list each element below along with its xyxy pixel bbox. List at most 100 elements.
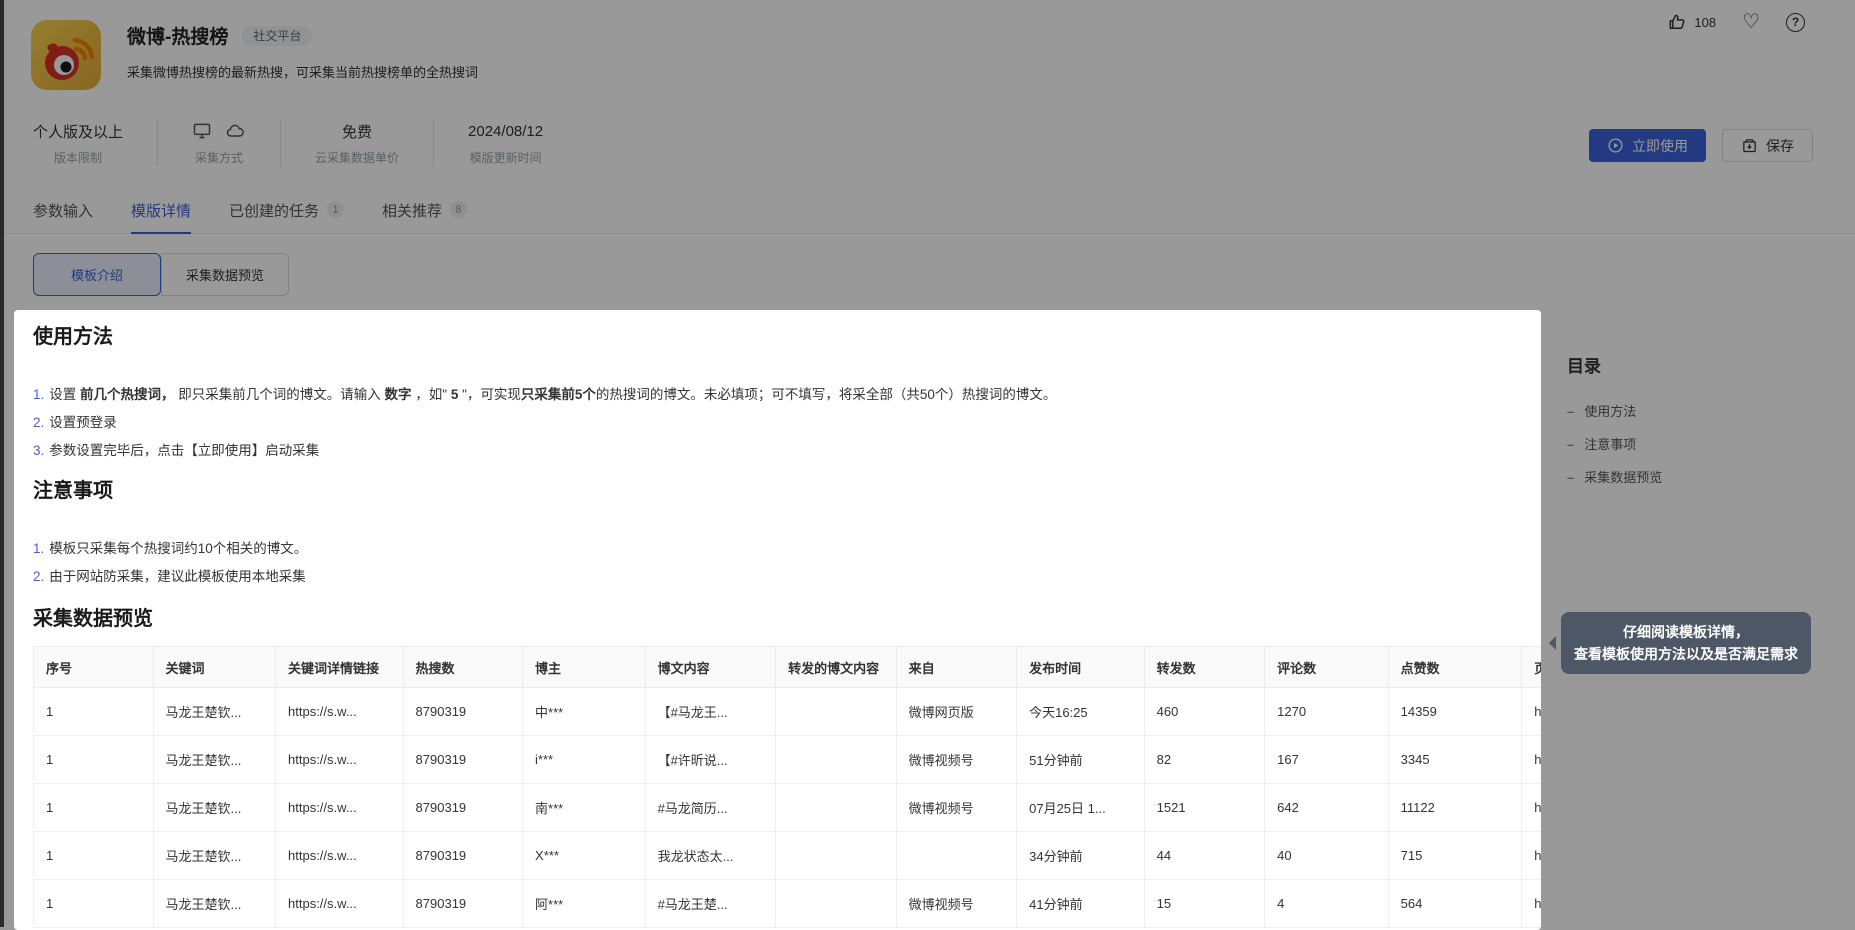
table-cell: 460 — [1144, 688, 1265, 736]
toc-dash-icon: – — [1567, 403, 1574, 421]
table-cell: #马龙简历... — [645, 784, 776, 832]
notes-item: 2.由于网站防采集，建议此模板使用本地采集 — [33, 568, 1541, 586]
table-cell: 1 — [34, 736, 154, 784]
category-badge: 社交平台 — [242, 26, 312, 46]
table-cell: h — [1522, 736, 1541, 784]
table-cell — [776, 880, 897, 928]
detail-subtabs: 模板介绍 采集数据预览 — [33, 253, 289, 296]
page-title: 微博-热搜榜 — [127, 22, 228, 49]
table-cell: 【#马龙王... — [645, 688, 776, 736]
table-cell: 40 — [1265, 832, 1389, 880]
table-cell: 微博视频号 — [896, 880, 1017, 928]
table-cell: #马龙王楚... — [645, 880, 776, 928]
table-cell — [776, 688, 897, 736]
meta-version: 个人版及以上 版本限制 — [33, 120, 158, 166]
table-cell: i*** — [523, 736, 646, 784]
table-cell: 我龙状态太... — [645, 832, 776, 880]
column-header: 点赞数 — [1388, 647, 1522, 688]
usage-item: 1.设置 前几个热搜词， 即只采集前几个词的博文。请输入 数字 ，如" 5 "，… — [33, 386, 1541, 404]
table-cell: 马龙王楚钦... — [153, 784, 276, 832]
table-cell: 4 — [1265, 880, 1389, 928]
table-cell: 8790319 — [403, 880, 523, 928]
table-cell: 14359 — [1388, 688, 1522, 736]
table-cell — [896, 832, 1017, 880]
usage-item: 3.参数设置完毕后，点击【立即使用】启动采集 — [33, 442, 1541, 460]
column-header: 序号 — [34, 647, 154, 688]
toc-dash-icon: – — [1567, 436, 1574, 454]
toc-item[interactable]: –使用方法 — [1567, 403, 1662, 421]
main-tabs: 参数输入 模版详情 已创建的任务 1 相关推荐 8 — [0, 200, 1855, 234]
table-cell: 44 — [1144, 832, 1265, 880]
column-header: 页 — [1522, 647, 1541, 688]
table-cell: 1 — [34, 784, 154, 832]
table-cell: 564 — [1388, 880, 1522, 928]
table-cell: 微博视频号 — [896, 736, 1017, 784]
column-header: 关键词详情链接 — [276, 647, 404, 688]
table-cell: h — [1522, 688, 1541, 736]
subtab-data-preview[interactable]: 采集数据预览 — [161, 253, 289, 296]
cloud-icon — [224, 121, 246, 141]
favorite-button[interactable]: ♡ — [1742, 13, 1760, 32]
save-icon — [1741, 137, 1758, 154]
column-header: 发布时间 — [1017, 647, 1145, 688]
table-cell: 8790319 — [403, 832, 523, 880]
table-cell: 8790319 — [403, 688, 523, 736]
toc-item[interactable]: –注意事项 — [1567, 436, 1662, 454]
desktop-icon — [192, 121, 212, 141]
table-cell: 34分钟前 — [1017, 832, 1145, 880]
toc-dash-icon: – — [1567, 469, 1574, 487]
question-icon: ? — [1786, 13, 1805, 32]
column-header: 热搜数 — [403, 647, 523, 688]
notes-heading: 注意事项 — [33, 478, 1541, 504]
notes-item: 1.模板只采集每个热搜词约10个相关的博文。 — [33, 540, 1541, 558]
tab-template-details[interactable]: 模版详情 — [131, 200, 191, 233]
column-header: 来自 — [896, 647, 1017, 688]
table-cell: 3345 — [1388, 736, 1522, 784]
tooltip-line2: 查看模板使用方法以及是否满足需求 — [1573, 643, 1799, 665]
created-tasks-count: 1 — [327, 201, 344, 218]
table-cell: 1 — [34, 880, 154, 928]
table-cell: 1 — [34, 688, 154, 736]
table-cell: 马龙王楚钦... — [153, 832, 276, 880]
tab-created-tasks[interactable]: 已创建的任务 1 — [229, 200, 344, 233]
help-button[interactable]: ? — [1786, 13, 1805, 32]
table-cell: 马龙王楚钦... — [153, 880, 276, 928]
template-meta: 个人版及以上 版本限制 采集方式 免费 云采集数据单价 2024/08/12 模… — [33, 120, 577, 166]
table-cell — [776, 784, 897, 832]
meta-collect-mode: 采集方式 — [158, 120, 281, 166]
toc-title: 目录 — [1567, 352, 1662, 377]
meta-updated: 2024/08/12 模版更新时间 — [434, 120, 577, 166]
window-edge — [0, 0, 4, 927]
like-button[interactable]: 108 — [1667, 12, 1716, 32]
table-cell: https://s.w... — [276, 736, 404, 784]
table-cell: 1 — [34, 832, 154, 880]
tab-recommendations[interactable]: 相关推荐 8 — [382, 200, 467, 233]
subtab-template-intro[interactable]: 模板介绍 — [33, 253, 161, 296]
table-cell: 82 — [1144, 736, 1265, 784]
usage-heading: 使用方法 — [33, 310, 1541, 350]
table-cell: 马龙王楚钦... — [153, 688, 276, 736]
table-cell: 642 — [1265, 784, 1389, 832]
table-cell: 41分钟前 — [1017, 880, 1145, 928]
use-now-button[interactable]: 立即使用 — [1589, 129, 1706, 162]
app-description: 采集微博热搜榜的最新热搜，可采集当前热搜榜单的全热搜词 — [127, 62, 478, 81]
table-header-row: 序号关键词关键词详情链接热搜数博主博文内容转发的博文内容来自发布时间转发数评论数… — [34, 647, 1542, 688]
toc-sidebar: 目录 –使用方法 –注意事项 –采集数据预览 — [1567, 352, 1662, 502]
table-cell: 中*** — [523, 688, 646, 736]
heart-icon: ♡ — [1742, 13, 1760, 32]
table-cell: https://s.w... — [276, 880, 404, 928]
table-cell: 马龙王楚钦... — [153, 736, 276, 784]
table-row: 1马龙王楚钦...https://s.w...8790319南***#马龙简历.… — [34, 784, 1542, 832]
table-cell: https://s.w... — [276, 784, 404, 832]
table-cell: 51分钟前 — [1017, 736, 1145, 784]
preview-heading: 采集数据预览 — [33, 606, 1541, 632]
preview-table: 序号关键词关键词详情链接热搜数博主博文内容转发的博文内容来自发布时间转发数评论数… — [33, 646, 1541, 928]
table-cell — [776, 736, 897, 784]
save-button[interactable]: 保存 — [1722, 129, 1813, 162]
recommendations-count: 8 — [450, 201, 467, 218]
tab-parameter-input[interactable]: 参数输入 — [33, 200, 93, 233]
table-cell: 阿*** — [523, 880, 646, 928]
toc-item[interactable]: –采集数据预览 — [1567, 469, 1662, 487]
usage-item: 2.设置预登录 — [33, 414, 1541, 432]
table-row: 1马龙王楚钦...https://s.w...8790319阿***#马龙王楚.… — [34, 880, 1542, 928]
